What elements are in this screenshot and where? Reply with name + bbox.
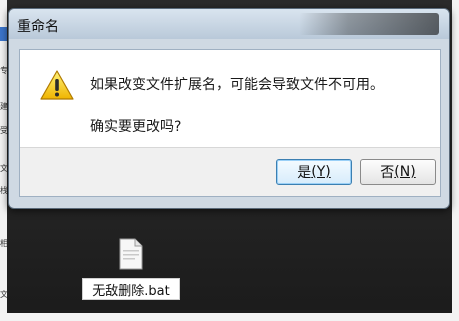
background-text-fragment: 文 bbox=[0, 290, 7, 299]
no-button-label: 否 bbox=[380, 165, 395, 181]
background-bottom-strip bbox=[0, 313, 459, 321]
background-explorer-left: 专 建 受 文 栈 相 文 bbox=[0, 0, 7, 321]
rename-confirm-dialog: 重命名 如果改变文件扩展名，可能会导致文件不可用。 确实要更改吗? 是 (Y) 否… bbox=[8, 8, 450, 209]
background-blue-tab bbox=[0, 27, 7, 41]
dialog-message-primary: 如果改变文件扩展名，可能会导致文件不可用。 bbox=[90, 77, 384, 93]
yes-button-label: 是 bbox=[297, 165, 312, 181]
yes-button[interactable]: 是 (Y) bbox=[276, 159, 352, 185]
no-button[interactable]: 否 (N) bbox=[360, 159, 436, 185]
yes-accesskey-text: (Y) bbox=[311, 164, 331, 180]
dialog-titlebar[interactable]: 重命名 bbox=[9, 9, 449, 39]
background-text-fragment: 相 bbox=[0, 239, 7, 248]
no-button-accesskey: (N) bbox=[394, 164, 415, 180]
dialog-button-row: 是 (Y) 否 (N) bbox=[20, 147, 440, 196]
background-text-fragment: 专 bbox=[0, 66, 7, 75]
yes-button-accesskey: (Y) bbox=[311, 164, 330, 180]
background-text-fragment: 栈 bbox=[0, 186, 7, 195]
dialog-content: 如果改变文件扩展名，可能会导致文件不可用。 确实要更改吗? 是 (Y) 否 (N) bbox=[19, 49, 441, 197]
background-text-fragment: 受 bbox=[0, 126, 7, 135]
background-explorer-right bbox=[452, 0, 459, 321]
dialog-message-secondary: 确实要更改吗? bbox=[90, 119, 182, 135]
background-text-fragment: 文 bbox=[0, 164, 7, 173]
dialog-title: 重命名 bbox=[17, 19, 59, 35]
file-icon[interactable] bbox=[118, 238, 144, 270]
no-accesskey-text: (N) bbox=[394, 164, 416, 180]
titlebar-controls-area bbox=[299, 13, 439, 35]
warning-triangle-icon bbox=[40, 70, 74, 100]
background-text-fragment: 建 bbox=[0, 102, 7, 111]
file-name-label[interactable]: 无敌删除.bat bbox=[82, 278, 180, 300]
